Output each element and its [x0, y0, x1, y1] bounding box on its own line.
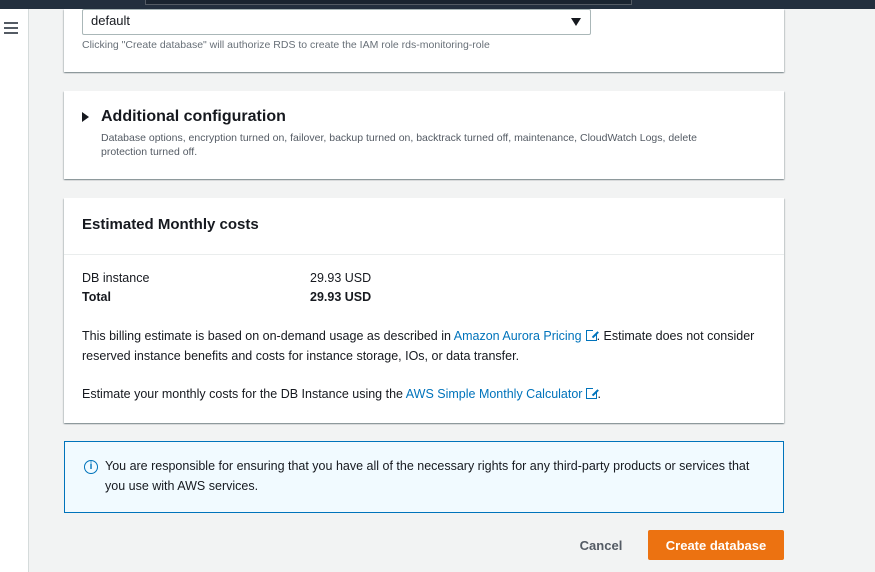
- additional-configuration-toggle[interactable]: Additional configuration: [82, 108, 286, 126]
- external-link-icon[interactable]: [586, 386, 600, 399]
- expand-caret-right-icon: [82, 112, 89, 122]
- cost-row-value: 29.93 USD: [310, 271, 372, 285]
- caret-down-icon: [571, 18, 581, 26]
- estimated-costs-header: Estimated Monthly costs: [64, 198, 784, 255]
- monitoring-role-select[interactable]: default: [82, 9, 591, 35]
- additional-configuration-description: Database options, encryption turned on, …: [101, 132, 697, 158]
- billing-prefix: This billing estimate is based on on-dem…: [82, 329, 454, 343]
- cost-row-label: DB instance: [82, 271, 150, 285]
- cost-row-label: Total: [82, 290, 111, 304]
- monitoring-section: default Clicking "Create database" will …: [64, 9, 784, 72]
- monitoring-role-hint: Clicking "Create database" will authoriz…: [82, 39, 490, 51]
- global-search-input[interactable]: [145, 0, 632, 5]
- billing-estimate-text: This billing estimate is based on on-dem…: [82, 326, 762, 366]
- monitoring-role-select-value: default: [91, 13, 131, 28]
- estimated-costs-title: Estimated Monthly costs: [82, 216, 259, 233]
- info-alert-text: You are responsible for ensuring that yo…: [105, 459, 750, 493]
- calculator-text: Estimate your monthly costs for the DB I…: [82, 384, 762, 404]
- cancel-button[interactable]: Cancel: [568, 530, 634, 560]
- hamburger-menu-icon[interactable]: [4, 22, 18, 35]
- calculator-prefix: Estimate your monthly costs for the DB I…: [82, 387, 406, 401]
- side-navigation-rail: [0, 9, 29, 572]
- additional-configuration-title: Additional configuration: [101, 108, 286, 125]
- additional-configuration-section: Additional configuration Database option…: [64, 91, 784, 179]
- third-party-rights-info-alert: i You are responsible for ensuring that …: [64, 441, 784, 513]
- info-icon: i: [84, 460, 98, 474]
- simple-monthly-calculator-link[interactable]: AWS Simple Monthly Calculator: [406, 387, 583, 401]
- aurora-pricing-link[interactable]: Amazon Aurora Pricing: [454, 329, 582, 343]
- cost-row-value: 29.93 USD: [310, 290, 372, 304]
- create-database-button[interactable]: Create database: [648, 530, 784, 560]
- top-navigation-bar: [0, 0, 875, 9]
- external-link-icon[interactable]: [585, 328, 599, 341]
- estimated-costs-section: Estimated Monthly costs DB instance 29.9…: [64, 198, 784, 423]
